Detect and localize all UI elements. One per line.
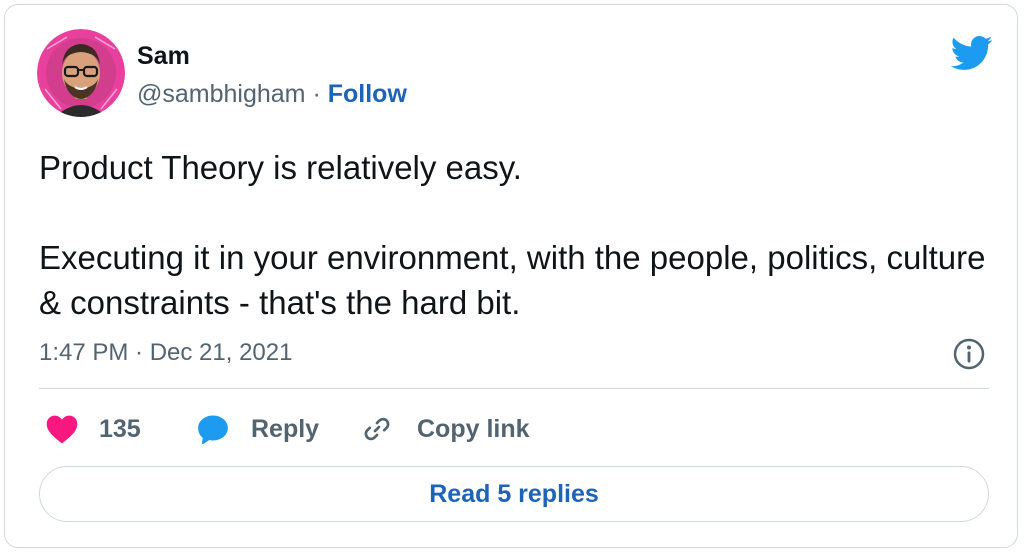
- like-count: 135: [99, 414, 141, 443]
- link-icon: [364, 417, 390, 441]
- follow-button[interactable]: Follow: [328, 80, 407, 108]
- tweet-paragraph: Product Theory is relatively easy.: [39, 149, 522, 186]
- speech-bubble-icon: [198, 415, 228, 445]
- reply-label: Reply: [251, 414, 320, 443]
- copy-link-label: Copy link: [417, 414, 530, 443]
- copy-link-button[interactable]: Copy link: [361, 411, 530, 447]
- read-replies-button[interactable]: Read 5 replies: [39, 466, 989, 522]
- handle-separator: ·: [312, 80, 321, 108]
- tweet-embed-card: Sam @sambhigham · Follow Product Theory …: [4, 4, 1018, 548]
- author-name[interactable]: Sam: [137, 39, 190, 73]
- reply-button[interactable]: Reply: [195, 411, 319, 447]
- author-handle-line: @sambhigham · Follow: [137, 77, 407, 111]
- like-button[interactable]: 135: [45, 411, 141, 447]
- heart-icon: [46, 415, 78, 444]
- author-handle[interactable]: @sambhigham: [137, 80, 306, 108]
- tweet-text: Product Theory is relatively easy. Execu…: [39, 145, 989, 325]
- info-icon[interactable]: [952, 337, 986, 371]
- tweet-timestamp[interactable]: 1:47 PM · Dec 21, 2021: [39, 337, 292, 369]
- divider: [39, 388, 989, 389]
- tweet-paragraph: Executing it in your environment, with t…: [39, 239, 986, 321]
- author-avatar[interactable]: [37, 29, 125, 117]
- twitter-bird-icon[interactable]: [947, 31, 995, 75]
- avatar-image: [37, 29, 125, 117]
